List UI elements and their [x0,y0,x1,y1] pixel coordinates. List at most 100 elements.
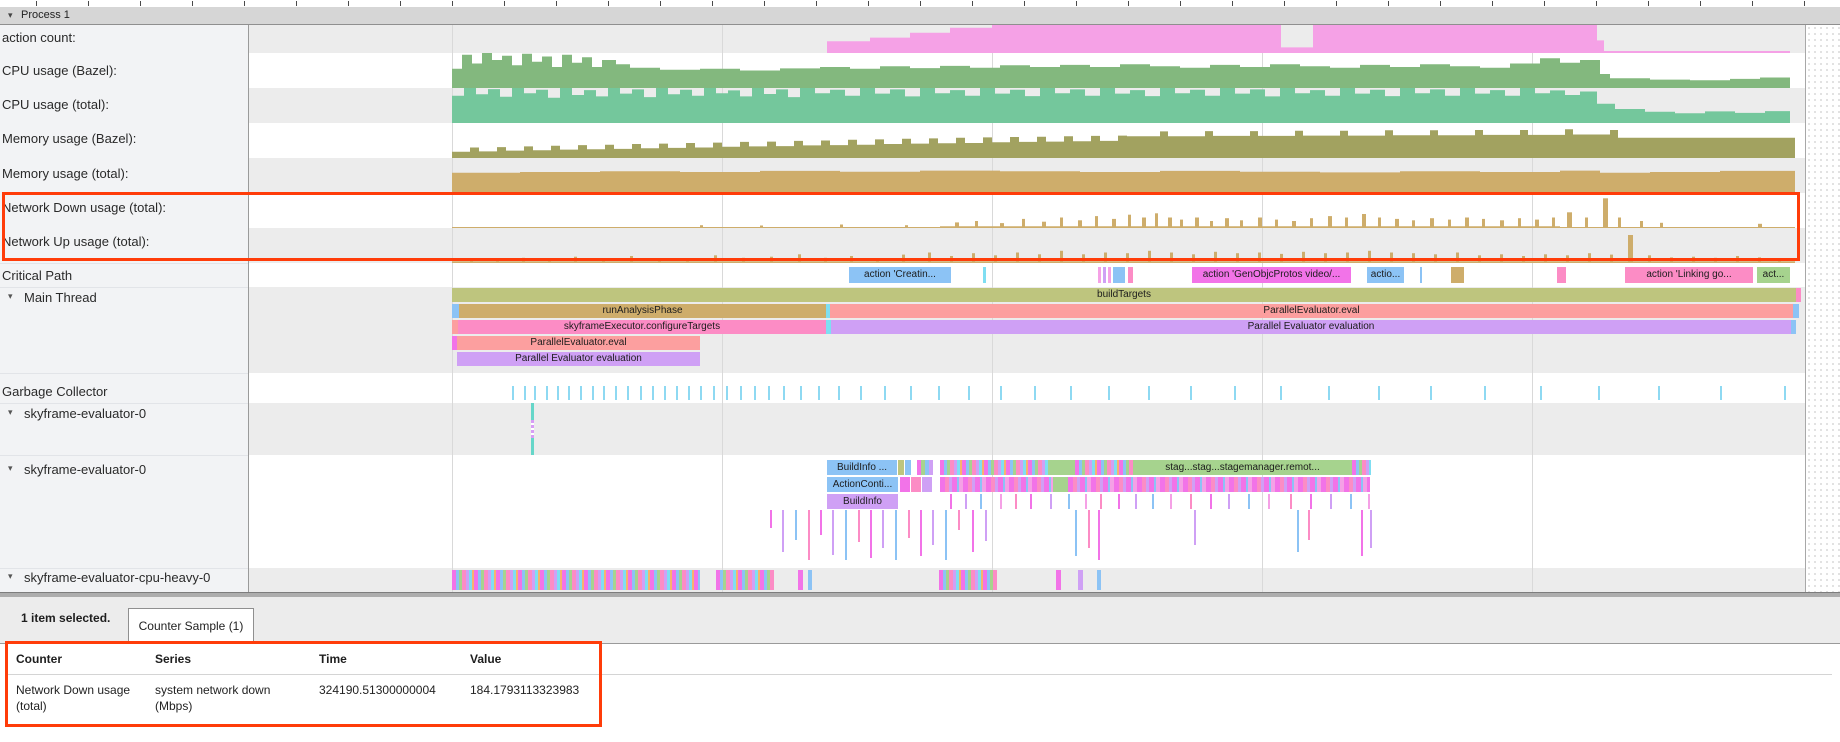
gc-tick[interactable] [783,386,785,400]
gc-tick[interactable] [1108,386,1110,400]
slice[interactable] [911,477,921,492]
gc-tick[interactable] [664,386,666,400]
thin-slice[interactable] [1015,494,1017,509]
call-stack-line[interactable] [985,510,987,541]
dense-slice-band[interactable] [716,570,774,590]
gc-tick[interactable] [592,386,594,400]
call-stack-line[interactable] [932,510,934,545]
gc-tick[interactable] [818,386,820,400]
gc-tick[interactable] [1034,386,1036,400]
thin-slice[interactable] [1000,494,1002,509]
slice[interactable] [900,477,910,492]
thin-slice[interactable] [1085,494,1087,509]
slice-parallelevaluator-eval[interactable]: ParallelEvaluator.eval [830,304,1793,318]
thin-slice[interactable] [798,570,803,590]
slice[interactable] [898,460,904,475]
thin-slice[interactable] [1210,494,1212,509]
thin-slice[interactable] [980,494,982,509]
call-stack-line[interactable] [945,510,947,560]
slice[interactable] [1098,267,1101,283]
gc-tick[interactable] [627,386,629,400]
thin-slice[interactable] [1248,494,1250,509]
call-stack-line[interactable] [870,510,872,558]
counter-track-cpu-usage-total-[interactable] [249,88,1805,123]
gc-tick[interactable] [838,386,840,400]
slice[interactable] [1420,267,1422,283]
gc-tick[interactable] [1000,386,1002,400]
call-stack-line[interactable] [820,510,822,535]
gc-tick[interactable] [1234,386,1236,400]
slice[interactable] [1557,267,1566,283]
gc-tick[interactable] [1430,386,1432,400]
call-stack-line[interactable] [1361,510,1363,556]
slice-stag-stag-stagemanager-remot[interactable]: stag...stag...stagemanager.remot... [1133,460,1352,475]
dense-slice-band[interactable] [940,477,1053,492]
thin-slice[interactable] [1030,494,1032,509]
thin-slice[interactable] [1056,570,1061,590]
thin-slice[interactable] [1310,494,1312,509]
slice-parallelevaluator-eval[interactable]: ParallelEvaluator.eval [457,336,700,350]
thin-slice[interactable] [1097,570,1101,590]
gc-tick[interactable] [652,386,654,400]
thin-slice[interactable] [1050,494,1052,509]
thin-slice[interactable] [1228,494,1230,509]
cell-counter[interactable]: Network Down usage (total) [16,682,151,714]
gc-tick[interactable] [726,386,728,400]
gc-tick[interactable] [688,386,690,400]
gc-tick[interactable] [568,386,570,400]
call-stack-line[interactable] [1098,510,1100,560]
counter-track-action-count[interactable] [249,25,1805,53]
gc-tick[interactable] [1328,386,1330,400]
thin-slice[interactable] [1135,494,1137,509]
counter-track-cpu-usage-bazel-[interactable] [249,53,1805,88]
gc-tick[interactable] [546,386,548,400]
gc-tick[interactable] [534,386,536,400]
thin-slice[interactable] [1290,494,1292,509]
slice[interactable] [1796,288,1801,302]
slice-action-creatin[interactable]: action 'Creatin... [849,267,951,283]
gc-tick[interactable] [676,386,678,400]
call-stack-line[interactable] [782,510,784,552]
call-stack-line[interactable] [1075,510,1077,556]
gc-tick[interactable] [740,386,742,400]
gc-tick[interactable] [768,386,770,400]
slice-parallel-evaluator-evaluation[interactable]: Parallel Evaluator evaluation [457,352,700,366]
slice[interactable] [1793,304,1799,318]
gc-tick[interactable] [640,386,642,400]
call-stack-line[interactable] [895,510,897,560]
timeline-canvas[interactable]: action 'Creatin...action 'GenObjcProtos … [249,25,1805,592]
thin-slice[interactable] [1268,494,1270,509]
call-stack-line[interactable] [1088,510,1090,548]
counter-track-memory-usage-total-[interactable] [249,158,1805,193]
slice-buildinfo[interactable]: BuildInfo ... [827,460,897,475]
call-stack-line[interactable] [1308,510,1310,540]
collapse-arrow-icon[interactable]: ▾ [8,407,13,418]
slice[interactable] [452,304,459,318]
slice-action-linking-go[interactable]: action 'Linking go... [1625,267,1753,283]
slice[interactable] [1791,320,1796,334]
slice-buildtargets[interactable]: buildTargets [452,288,1796,302]
tab-counter-sample[interactable]: Counter Sample (1) [128,608,254,644]
collapse-arrow-icon[interactable]: ▾ [8,7,13,24]
collapse-arrow-icon[interactable]: ▾ [8,463,13,474]
evaluator-marker-violet[interactable] [531,420,534,438]
gc-tick[interactable] [713,386,715,400]
thin-slice[interactable] [1100,494,1102,509]
gc-tick[interactable] [1484,386,1486,400]
call-stack-line[interactable] [1297,510,1299,552]
gc-tick[interactable] [1540,386,1542,400]
gc-tick[interactable] [1070,386,1072,400]
call-stack-line[interactable] [882,510,884,548]
gc-tick[interactable] [968,386,970,400]
slice-runanalysisphase[interactable]: runAnalysisPhase [459,304,826,318]
call-stack-line[interactable] [1194,510,1196,545]
call-stack-line[interactable] [858,510,860,542]
slice[interactable] [983,267,986,283]
slice[interactable] [929,460,933,475]
dense-slice-band[interactable] [940,460,1048,475]
gc-tick[interactable] [1784,386,1786,400]
gc-tick[interactable] [884,386,886,400]
call-stack-line[interactable] [845,510,847,560]
dense-slice-band[interactable] [452,570,700,590]
thin-slice[interactable] [1078,570,1083,590]
